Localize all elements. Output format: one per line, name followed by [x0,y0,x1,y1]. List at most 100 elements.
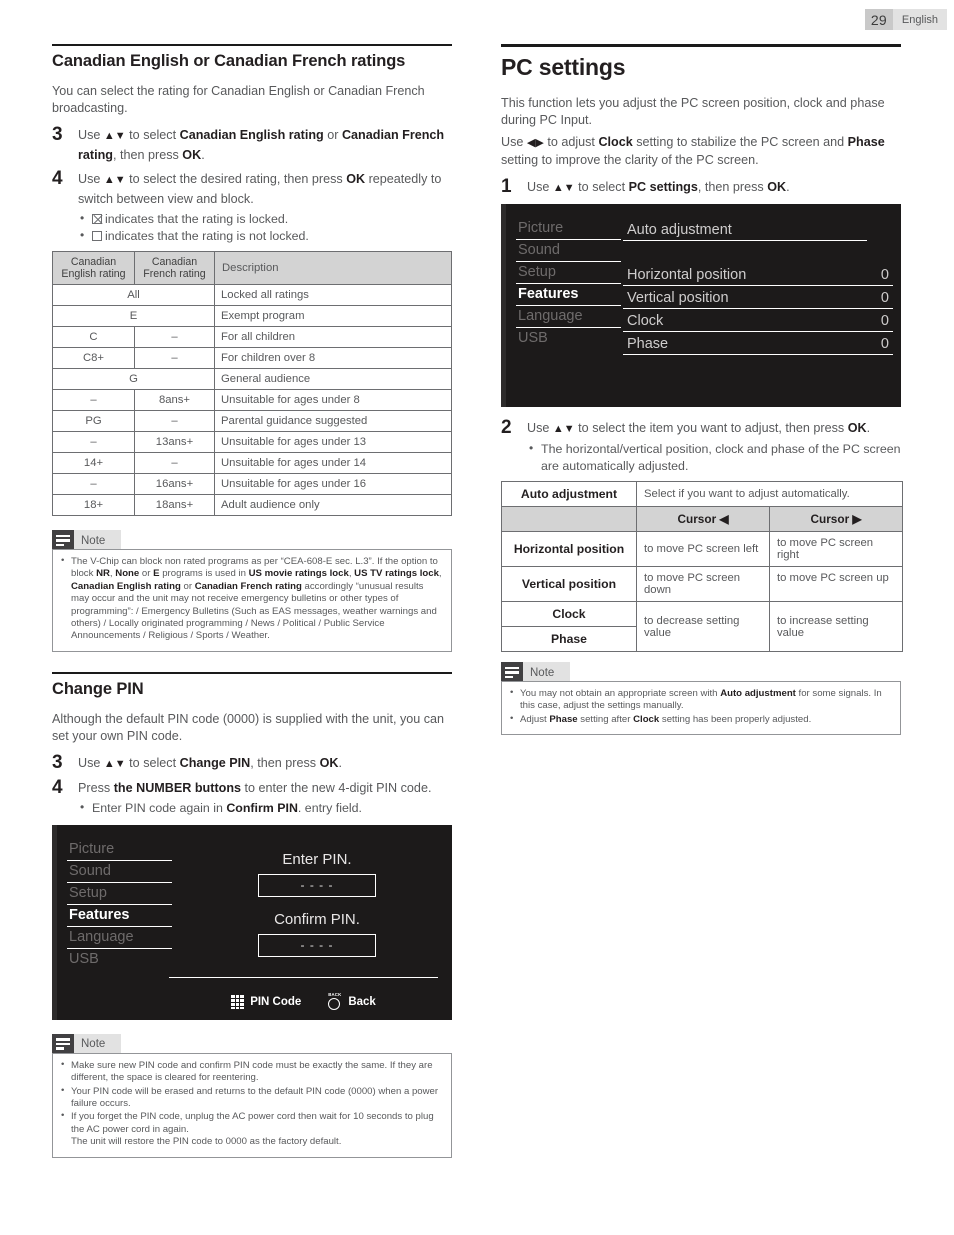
step-4-change-pin: 4 Press the NUMBER buttons to enter the … [52,776,452,817]
enter-pin-label: Enter PIN. [282,850,352,868]
enter-pin-field[interactable]: - - - - [258,873,376,897]
menu-item-features[interactable]: Features [516,284,621,306]
menu-item-language[interactable]: Language [516,306,621,328]
pc-settings-intro-2: Use ◀▶ to adjust Clock setting to stabil… [501,135,885,167]
step-text: Use ▲▼ to select Change PIN, then press … [78,755,342,770]
ratings-table-body: All Locked all ratings E Exempt program C – Fo… [52,284,452,516]
pc-screen-sidebar: Picture Sound Setup Features Language USB [516,218,621,350]
note-header: Note [52,1033,452,1053]
left-right-arrow-icon: ◀▶ [526,137,544,149]
footer-pin-code-label: PIN Code [250,995,302,1008]
note-box-pin: Note Make sure new PIN code and confirm … [52,1033,452,1158]
menu-item-sound[interactable]: Sound [516,240,621,262]
section-title-change-pin: Change PIN [52,679,144,698]
pc-setting-name: Horizontal position [627,267,747,283]
cell-label: Horizontal position [501,531,637,567]
note-item: Your PIN code will be erased and returns… [59,1085,443,1111]
pin-screen-footer: PIN Code BACK Back [169,992,438,1010]
cell-description: Adult audience only [214,494,452,516]
pc-setting-divider [623,354,893,355]
menu-item-language[interactable]: Language [67,927,172,949]
note-box-vchip: Note The V-Chip can block non rated prog… [52,530,452,652]
pc-setting-row[interactable]: Auto adjustment [623,218,893,240]
menu-item-usb[interactable]: USB [516,328,621,350]
pc-setting-gap [623,241,893,263]
keypad-icon [231,994,245,1009]
table-row-auto-adjustment: Auto adjustment Select if you want to ad… [501,481,903,507]
footer-back-label: Back [348,995,376,1008]
section-divider-rule [52,44,452,46]
cell-english-rating: – [52,431,135,453]
step-3-change-pin: 3 Use ▲▼ to select Change PIN, then pres… [52,751,452,774]
note-item: Adjust Phase setting after Clock setting… [508,713,892,726]
table-row-cursor-headers: Cursor ◀ Cursor ▶ [501,506,903,532]
left-column: Canadian English or Canadian French rati… [52,44,452,1158]
cell-french-rating: – [134,326,215,348]
up-down-arrow-icon: ▲▼ [103,174,126,186]
step-1-pc-settings: 1 Use ▲▼ to select PC settings, then pre… [501,177,901,198]
menu-item-setup[interactable]: Setup [67,883,172,905]
note-label: Note [523,662,571,681]
step-number: 3 [52,751,63,773]
cell-english-rating: C8+ [52,347,135,369]
right-column: PC settings This function lets you adjus… [501,44,903,736]
table-row: –8ans+ Unsuitable for ages under 8 [52,389,452,411]
note-header: Note [501,662,901,681]
bullet-locked: indicates that the rating is locked. [78,210,452,228]
step-4-bullets: indicates that the rating is locked. ind… [78,210,452,245]
menu-item-features[interactable]: Features [67,905,172,927]
cell-english-rating: – [52,389,135,411]
confirm-pin-field[interactable]: - - - - [258,933,376,957]
section-title-canadian-ratings: Canadian English or Canadian French rati… [52,52,406,70]
table-row: C – For all children [52,326,452,348]
pc-setting-row[interactable]: Clock 0 [623,309,893,331]
bullet-unlocked: indicates that the rating is not locked. [78,227,452,245]
note-item: Make sure new PIN code and confirm PIN c… [59,1059,443,1085]
section-divider-rule-right [501,44,901,47]
pc-setting-row[interactable]: Phase 0 [623,332,893,354]
table-row-horizontal-position: Horizontal position to move PC screen le… [501,531,903,567]
table-row: C8+ – For children over 8 [52,347,452,369]
note-icon [501,662,523,681]
cell-label: Phase [501,626,637,652]
cell-description: General audience [214,368,452,390]
step-number: 4 [52,776,63,798]
cell-rating-span: G [52,368,215,390]
menu-item-picture[interactable]: Picture [67,839,172,861]
step-4-canadian: 4 Use ▲▼ to select the desired rating, t… [52,168,452,245]
cell-auto-adjustment-label: Auto adjustment [501,481,637,507]
cell-english-rating: C [52,326,135,348]
pc-setting-row[interactable]: Horizontal position 0 [623,263,893,285]
step-2-bullets: The horizontal/vertical position, clock … [527,440,901,475]
step-text: Use ▲▼ to select Canadian English rating… [78,128,445,162]
page-header-badge: 29 English [864,9,947,30]
pc-setting-value: 0 [880,313,889,329]
cell-english-rating: 18+ [52,494,135,516]
up-down-arrow-icon: ▲▼ [103,757,126,770]
up-down-arrow-icon: ▲▼ [552,182,575,194]
back-button-icon: BACK [327,992,342,1010]
confirm-pin-label: Confirm PIN. [274,910,360,928]
menu-item-usb[interactable]: USB [67,949,172,971]
step-number: 4 [52,168,63,189]
pc-setting-row[interactable]: Vertical position 0 [623,286,893,308]
menu-item-sound[interactable]: Sound [67,861,172,883]
table-row: –16ans+ Unsuitable for ages under 16 [52,473,452,495]
checkbox-empty-icon [92,231,102,241]
step-2-pc-settings: 2 Use ▲▼ to select the item you want to … [501,418,901,475]
cell-rating-span: E [52,305,215,327]
checkbox-checked-icon [92,214,102,224]
footer-back[interactable]: BACK Back [327,992,376,1010]
note-item: If you forget the PIN code, unplug the A… [59,1110,443,1148]
cell-french-rating: – [134,347,215,369]
pin-screen-sidebar: Picture Sound Setup Features Language USB [67,839,172,971]
menu-item-setup[interactable]: Setup [516,262,621,284]
footer-pin-code[interactable]: PIN Code [231,994,302,1009]
note-body: The V-Chip can block non rated programs … [52,549,452,652]
cell-label: Clock [501,601,637,627]
table-row: E Exempt program [52,305,452,327]
menu-item-picture[interactable]: Picture [516,218,621,240]
step-text: Use ▲▼ to select PC settings, then press… [527,180,790,194]
pc-setting-value: 0 [880,267,889,283]
col-header-french: Canadian French rating [134,251,215,285]
